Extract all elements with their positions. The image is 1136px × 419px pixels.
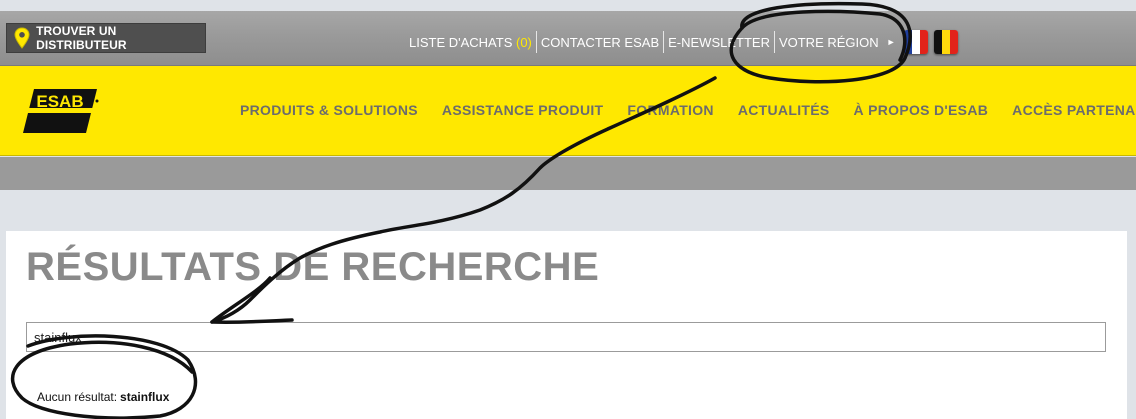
search-results-panel: RÉSULTATS DE RECHERCHE Aucun résultat:st… xyxy=(6,231,1127,419)
map-pin-icon xyxy=(7,23,36,53)
newsletter-link[interactable]: E-NEWSLETTER xyxy=(664,35,774,50)
main-navigation: ESAB PRODUITS & SOLUTIONS ASSISTANCE PRO… xyxy=(0,66,1136,156)
nav-item-support[interactable]: ASSISTANCE PRODUIT xyxy=(442,102,604,118)
utility-links: LISTE D'ACHATS (0) CONTACTER ESAB E-NEWS… xyxy=(405,30,964,54)
nav-item-partners[interactable]: ACCÈS PARTENAIRES xyxy=(1012,102,1136,118)
nav-item-news[interactable]: ACTUALITÉS xyxy=(738,102,830,118)
no-result-message: Aucun résultat: stainflux xyxy=(37,390,169,404)
find-dealer-button[interactable]: TROUVER UN DISTRIBUTEUR xyxy=(6,23,206,53)
caret-right-icon: ► xyxy=(886,37,896,47)
primary-nav: PRODUITS & SOLUTIONS ASSISTANCE PRODUIT … xyxy=(240,102,1136,118)
nav-item-about[interactable]: À PROPOS D'ESAB xyxy=(854,102,989,118)
find-dealer-label: TROUVER UN DISTRIBUTEUR xyxy=(36,24,127,52)
search-input[interactable] xyxy=(26,322,1106,352)
nav-item-products[interactable]: PRODUITS & SOLUTIONS xyxy=(240,102,418,118)
top-utility-bar: TROUVER UN DISTRIBUTEUR LISTE D'ACHATS (… xyxy=(0,11,1136,66)
region-selector[interactable]: VOTRE RÉGION xyxy=(775,35,883,50)
shopping-list-link[interactable]: LISTE D'ACHATS (0) xyxy=(405,35,536,50)
shopping-list-label: LISTE D'ACHATS xyxy=(409,34,513,50)
page-title: RÉSULTATS DE RECHERCHE xyxy=(26,245,600,289)
flag-france-icon[interactable] xyxy=(903,30,928,54)
shopping-list-count: (0) xyxy=(516,34,532,50)
nav-item-training[interactable]: FORMATION xyxy=(627,102,713,118)
logo-text: ESAB xyxy=(36,92,83,111)
no-result-term: stainflux xyxy=(120,390,170,404)
flag-belgium-icon[interactable] xyxy=(933,30,958,54)
no-result-label: Aucun résultat: xyxy=(37,390,118,404)
contact-link[interactable]: CONTACTER ESAB xyxy=(537,35,663,50)
secondary-band xyxy=(0,157,1136,190)
esab-logo[interactable]: ESAB xyxy=(20,86,100,136)
